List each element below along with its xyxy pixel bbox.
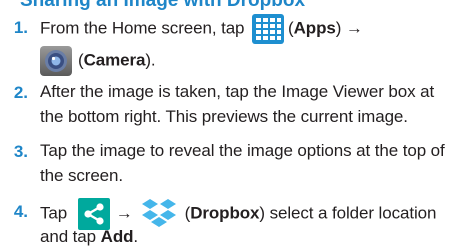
step-2-number: 2. — [13, 83, 28, 102]
add-label: Add — [100, 227, 134, 246]
dropbox-icon — [139, 197, 179, 231]
step-4-text: Tap — [40, 203, 72, 223]
dropbox-label: Dropbox — [190, 203, 260, 223]
step-4-text-2: select a folder location — [264, 203, 437, 223]
step-4-end: . — [133, 227, 139, 246]
step-3-number: 3. — [13, 142, 28, 161]
step-3-line-1: Tap the image to reveal the image option… — [40, 141, 445, 160]
step-4-line-2: and tap Add. — [40, 224, 138, 250]
step-4-number: 4. — [13, 202, 28, 221]
apps-grid-icon — [252, 14, 285, 44]
step-2-line-1: After the image is taken, tap the Image … — [40, 82, 435, 101]
step-4-text-3: and tap — [40, 227, 101, 246]
step-1-end: . — [150, 50, 156, 70]
section-heading: Sharing an Image with Dropbox — [20, 0, 306, 11]
step-1-number: 1. — [13, 18, 28, 37]
arrow-2: → — [115, 203, 133, 223]
apps-label: Apps — [293, 18, 336, 38]
step-2-line-2: the bottom right. This previews the curr… — [40, 107, 408, 126]
step-1-text: From the Home screen, tap — [40, 18, 250, 38]
step-1-line-1: From the Home screen, tap (Apps) → — [40, 14, 363, 44]
camera-icon — [40, 46, 72, 76]
paren-close: ) — [335, 18, 346, 38]
step-3-line-2: the screen. — [40, 166, 124, 185]
section-heading-clipped: Sharing an Image with Dropbox — [0, 0, 472, 12]
camera-label: Camera — [83, 50, 146, 70]
arrow-1: → — [345, 18, 363, 38]
step-1-line-2: (Camera). — [40, 46, 156, 76]
